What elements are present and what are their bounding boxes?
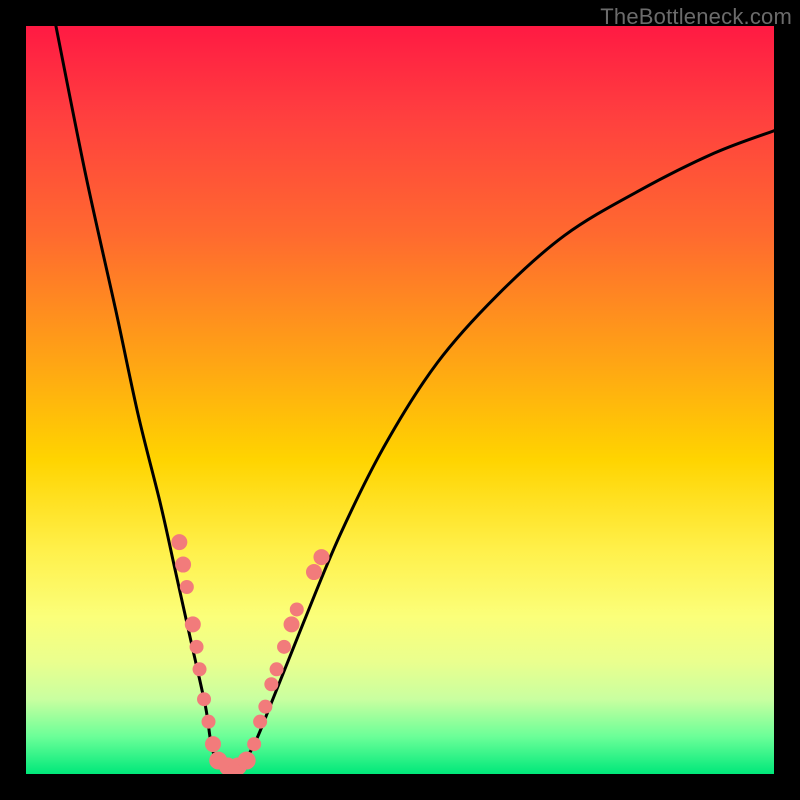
curve-marker bbox=[284, 616, 300, 632]
curve-marker bbox=[290, 602, 304, 616]
curve-marker bbox=[270, 662, 284, 676]
chart-area bbox=[26, 26, 774, 774]
curve-marker bbox=[253, 715, 267, 729]
curve-marker bbox=[193, 662, 207, 676]
curve-marker bbox=[247, 737, 261, 751]
curve-marker bbox=[238, 752, 256, 770]
curve-marker bbox=[264, 677, 278, 691]
curve-marker bbox=[258, 700, 272, 714]
chart-svg bbox=[26, 26, 774, 774]
curve-marker bbox=[175, 557, 191, 573]
curve-marker bbox=[185, 616, 201, 632]
bottleneck-curve bbox=[56, 26, 774, 774]
curve-marker bbox=[306, 564, 322, 580]
curve-marker bbox=[180, 580, 194, 594]
curve-marker bbox=[205, 736, 221, 752]
curve-marker bbox=[313, 549, 329, 565]
curve-marker bbox=[202, 715, 216, 729]
curve-marker bbox=[171, 534, 187, 550]
curve-marker bbox=[197, 692, 211, 706]
curve-marker bbox=[190, 640, 204, 654]
curve-marker bbox=[277, 640, 291, 654]
